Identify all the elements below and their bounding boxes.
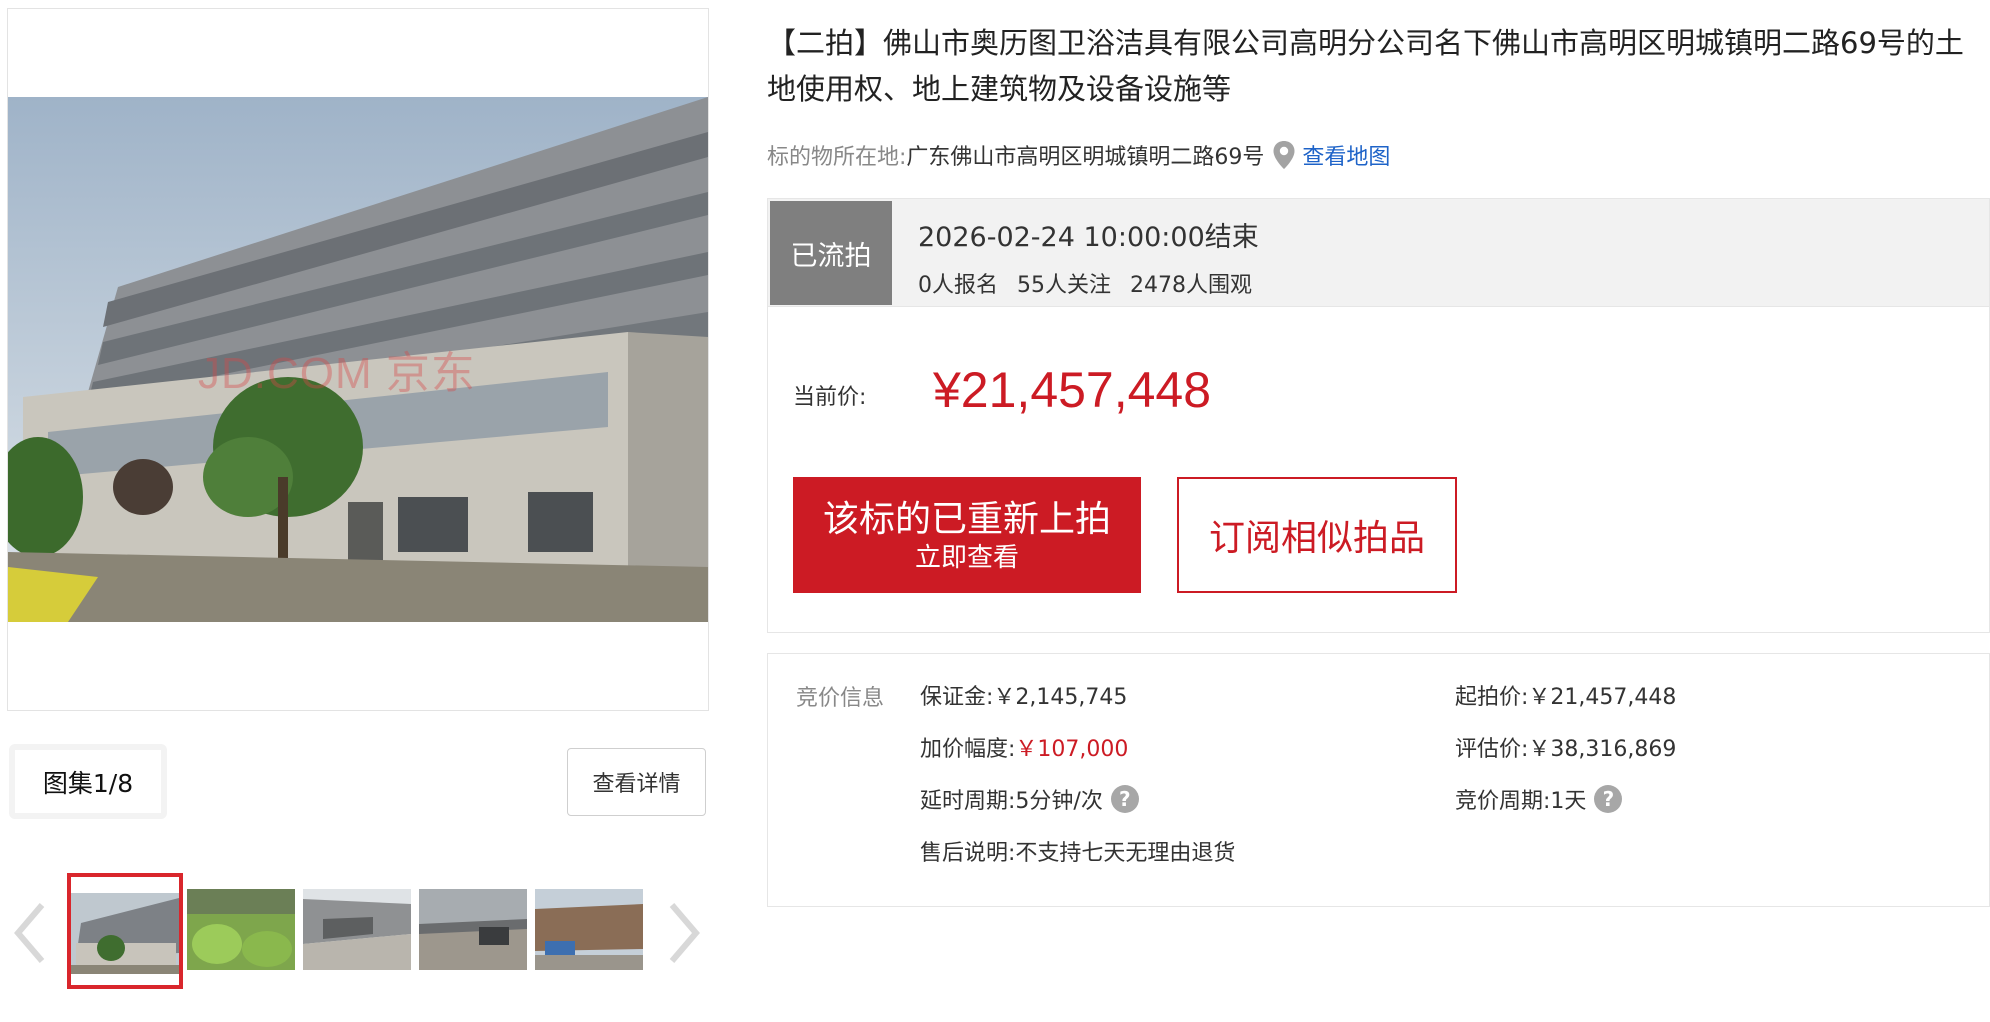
delay-period-value: 5分钟/次 [1015, 789, 1103, 814]
chevron-left-icon [14, 903, 45, 963]
after-sale-label: 售后说明: [920, 841, 1016, 866]
bid-period-label: 竞价周期: [1455, 789, 1551, 814]
location-label: 标的物所在地: [767, 145, 907, 170]
subscribe-similar-button[interactable]: 订阅相似拍品 [1177, 477, 1457, 593]
album-counter: 图集1/8 [9, 744, 167, 819]
relist-main-label: 该标的已重新上拍 [822, 498, 1111, 539]
increment-value: ￥107,000 [1015, 737, 1129, 762]
thumb-prev-button[interactable] [6, 898, 54, 968]
thumbnail-image [419, 889, 527, 970]
status-strip: 已流拍 2026-02-24 10:00:00结束 0人报名 55人关注 247… [768, 199, 1989, 307]
viewers-count: 2478人围观 [1130, 273, 1252, 298]
stats-row: 0人报名 55人关注 2478人围观 [918, 267, 1264, 299]
location-row: 标的物所在地: 广东佛山市高明区明城镇明二路69号 查看地图 [767, 138, 1390, 172]
item-title: 【二拍】佛山市奥历图卫浴洁具有限公司高明分公司名下佛山市高明区明城镇明二路69号… [767, 26, 1964, 106]
thumbnail-5[interactable] [535, 889, 643, 970]
followers-count: 55人关注 [1017, 273, 1111, 298]
help-icon[interactable]: ? [1110, 785, 1139, 813]
main-photo-frame: JD.COM 京东 [7, 8, 709, 711]
thumbnail-3[interactable] [303, 889, 411, 970]
thumbnail-image [535, 889, 643, 970]
increment-item: 加价幅度: ￥107,000 [920, 730, 1128, 764]
help-icon[interactable]: ? [1594, 785, 1623, 813]
bid-period-item: 竞价周期: 1天 ? [1455, 782, 1623, 816]
thumb-next-button[interactable] [660, 898, 708, 968]
delay-period-item: 延时周期: 5分钟/次 ? [920, 782, 1139, 816]
bid-info-section-label: 竞价信息 [796, 686, 885, 711]
starting-price-label: 起拍价: [1455, 685, 1529, 710]
starting-price-item: 起拍价: ￥21,457,448 [1455, 678, 1676, 712]
end-time: 2026-02-24 10:00:00结束 [918, 222, 1259, 253]
location-value: 广东佛山市高明区明城镇明二路69号 [906, 145, 1265, 170]
relist-sub-label: 立即查看 [914, 542, 1019, 572]
watermark: JD.COM 京东 [198, 349, 476, 398]
current-price-label: 当前价: [793, 385, 867, 410]
deposit-value: ￥2,145,745 [993, 685, 1128, 710]
increment-label: 加价幅度: [920, 737, 1016, 762]
current-price: ¥21,457,448 [933, 362, 1212, 418]
deposit-item: 保证金: ￥2,145,745 [920, 678, 1127, 712]
map-pin-icon [1273, 141, 1295, 169]
starting-price-value: ￥21,457,448 [1528, 685, 1677, 710]
view-map-link[interactable]: 查看地图 [1302, 139, 1390, 171]
registered-count: 0人报名 [918, 273, 998, 298]
appraisal-item: 评估价: ￥38,316,869 [1455, 730, 1676, 764]
relist-view-button[interactable]: 该标的已重新上拍 立即查看 [793, 477, 1141, 593]
view-detail-button[interactable]: 查看详情 [567, 748, 706, 816]
main-photo[interactable]: JD.COM 京东 [8, 97, 708, 622]
after-sale-item: 售后说明: 不支持七天无理由退货 [920, 834, 1235, 868]
thumbnail-image [71, 893, 179, 974]
delay-period-label: 延时周期: [920, 789, 1016, 814]
thumbnail-image [303, 889, 411, 970]
bid-period-value: 1天 [1550, 789, 1587, 814]
deposit-label: 保证金: [920, 685, 994, 710]
status-badge: 已流拍 [770, 201, 892, 305]
after-sale-value: 不支持七天无理由退货 [1015, 841, 1236, 866]
appraisal-label: 评估价: [1455, 737, 1529, 762]
thumbnail-1[interactable] [71, 893, 179, 974]
thumbnail-2[interactable] [187, 889, 295, 970]
thumbnail-4[interactable] [419, 889, 527, 970]
bid-info-panel: 竞价信息 保证金: ￥2,145,745 起拍价: ￥21,457,448 加价… [767, 653, 1990, 907]
chevron-right-icon [669, 903, 700, 963]
thumbnail-image [187, 889, 295, 970]
appraisal-value: ￥38,316,869 [1528, 737, 1677, 762]
auction-panel: 已流拍 2026-02-24 10:00:00结束 0人报名 55人关注 247… [767, 198, 1990, 633]
